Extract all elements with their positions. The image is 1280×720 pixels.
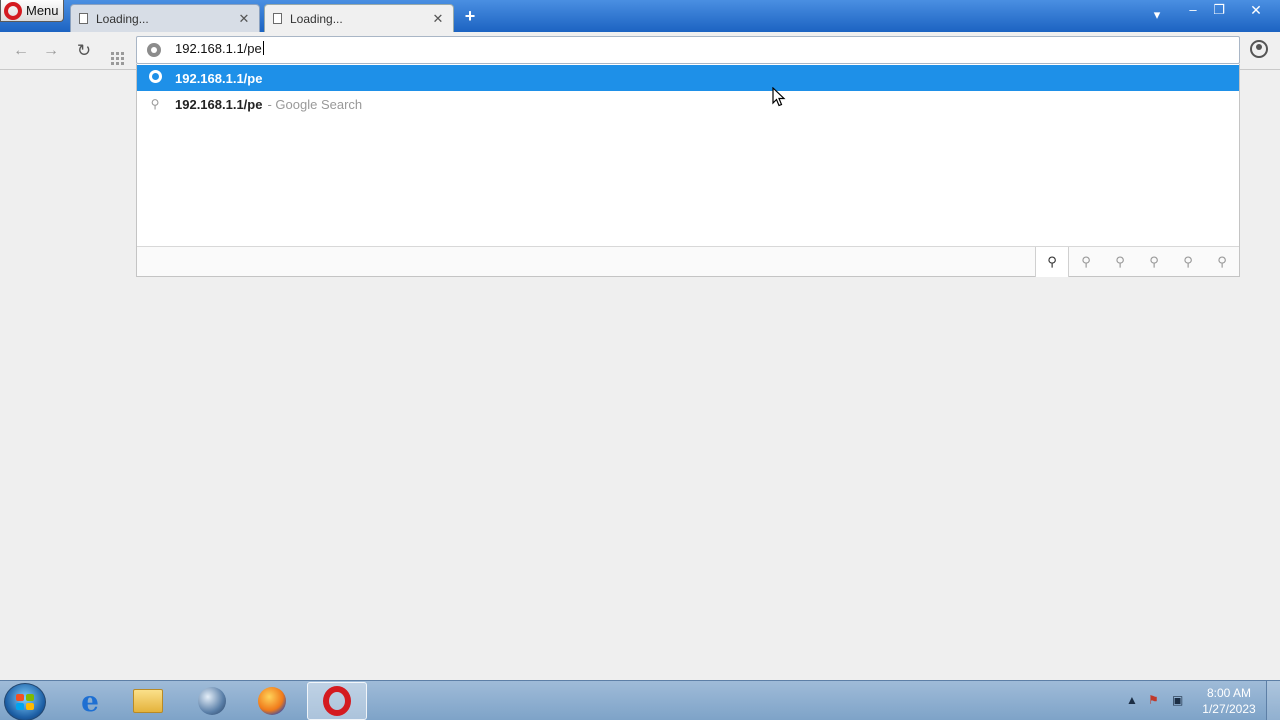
menu-label: Menu — [26, 3, 59, 18]
clock[interactable]: 8:00 AM 1/27/2023 — [1196, 685, 1262, 717]
internet-explorer-icon: e — [81, 684, 99, 718]
taskbar-network-globe[interactable] — [184, 682, 240, 720]
suggestion-extra: - Google Search — [267, 96, 363, 112]
tab-loading-2[interactable]: Loading... ✕ — [264, 4, 454, 32]
tab-title: Loading... — [290, 11, 343, 26]
search-icon: ⚲ — [150, 97, 160, 111]
close-window-button[interactable]: ✕ — [1232, 0, 1280, 22]
address-bar[interactable]: 192.168.1.1/pe — [136, 36, 1240, 64]
document-icon — [273, 13, 282, 24]
document-icon — [79, 13, 88, 24]
network-icon[interactable]: ▣ — [1172, 693, 1183, 707]
maximize-button[interactable]: ❐ — [1206, 0, 1232, 22]
tab-close-icon[interactable]: ✕ — [431, 11, 445, 27]
text-caret — [262, 41, 264, 55]
globe-app-icon — [198, 687, 226, 715]
clock-time: 8:00 AM — [1206, 686, 1252, 700]
title-bar: Menu Loading... ✕ Loading... ✕ + ▾ – ❐ ✕ — [0, 0, 1280, 32]
search-engine-3-icon[interactable]: ⚲ — [1103, 247, 1137, 277]
speed-dial-button[interactable] — [106, 40, 128, 65]
address-input[interactable]: 192.168.1.1/pe — [175, 41, 1215, 61]
tab-loading-1[interactable]: Loading... ✕ — [70, 4, 260, 32]
search-engine-4-icon[interactable]: ⚲ — [1137, 247, 1171, 277]
clock-date: 1/27/2023 — [1202, 702, 1256, 716]
search-engine-bar: ⚲ ⚲ ⚲ ⚲ ⚲ ⚲ — [137, 246, 1239, 277]
reload-button[interactable]: ↻ — [73, 40, 95, 62]
suggestion-item-search[interactable]: ⚲ 192.168.1.1/pe - Google Search — [137, 91, 1239, 117]
tab-title: Loading... — [96, 11, 149, 26]
opera-logo-icon — [4, 1, 22, 20]
firefox-icon — [258, 687, 286, 715]
forward-button[interactable]: → — [40, 40, 62, 62]
show-hidden-icons-icon[interactable]: ▲ — [1126, 693, 1138, 707]
show-desktop-button[interactable] — [1266, 681, 1280, 720]
action-center-flag-icon[interactable]: ⚑ — [1148, 693, 1159, 707]
search-engine-2-icon[interactable]: ⚲ — [1069, 247, 1103, 277]
account-icon[interactable] — [1250, 40, 1268, 58]
address-text: 192.168.1.1/pe — [175, 41, 262, 56]
suggestion-item-history[interactable]: 192.168.1.1/pe — [137, 65, 1239, 91]
taskbar-internet-explorer[interactable]: e — [62, 682, 118, 720]
taskbar: e ▲ ⚑ ▣ 8:00 AM 1/27/2023 — [0, 680, 1280, 720]
address-suggestions-dropdown: 192.168.1.1/pe ⚲ 192.168.1.1/pe - Google… — [136, 64, 1240, 277]
tab-close-icon[interactable]: ✕ — [237, 11, 251, 27]
search-engine-google-icon[interactable]: ⚲ — [1035, 247, 1069, 277]
site-info-icon[interactable] — [147, 43, 161, 57]
folder-icon — [133, 689, 163, 713]
new-tab-button[interactable]: + — [460, 6, 480, 26]
tab-list-button[interactable]: ▾ — [1146, 5, 1168, 27]
search-engine-5-icon[interactable]: ⚲ — [1171, 247, 1205, 277]
start-button[interactable] — [4, 683, 46, 720]
taskbar-file-explorer[interactable] — [120, 682, 176, 720]
suggestion-url: 192.168.1.1/pe — [175, 70, 263, 86]
minimize-button[interactable]: – — [1180, 0, 1206, 22]
suggestion-url: 192.168.1.1/pe — [175, 96, 263, 112]
search-engine-6-icon[interactable]: ⚲ — [1205, 247, 1239, 277]
menu-button[interactable]: Menu — [0, 0, 64, 22]
grid-icon — [110, 52, 124, 65]
globe-icon — [147, 70, 163, 86]
taskbar-opera[interactable] — [307, 682, 367, 720]
opera-icon — [323, 686, 351, 716]
windows-logo-icon — [16, 694, 34, 710]
taskbar-firefox[interactable] — [244, 682, 300, 720]
back-button[interactable]: ← — [10, 40, 32, 62]
